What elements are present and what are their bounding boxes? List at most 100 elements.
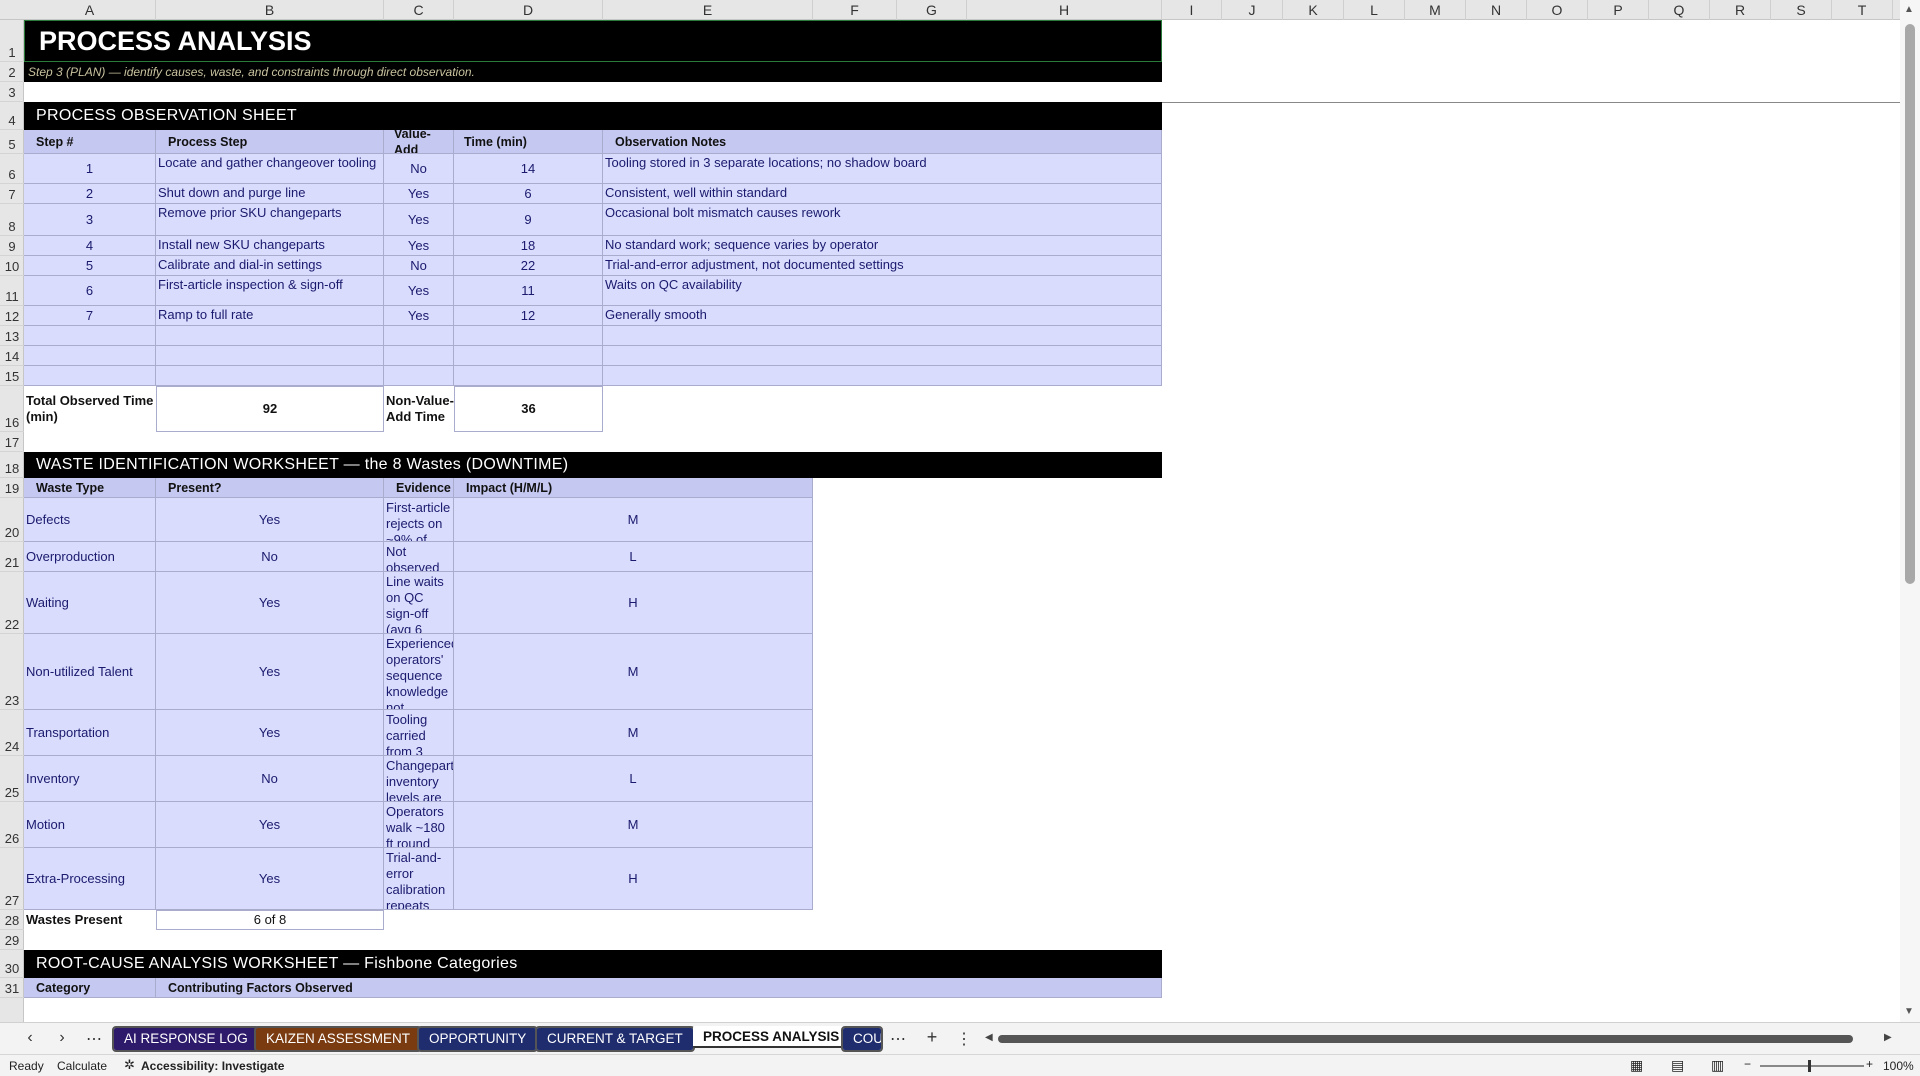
observation-value-add[interactable]: Yes [384,184,454,204]
zoom-in-icon[interactable]: + [1866,1057,1873,1071]
row-header-19[interactable]: 19 [0,478,24,498]
scroll-left-icon[interactable]: ◀ [985,1032,993,1043]
waste-impact[interactable]: M [454,634,813,710]
empty-cell[interactable] [603,346,1162,366]
observation-step[interactable]: 5 [24,256,156,276]
worksheet-grid[interactable]: ABCDEFGHIJKLMNOPQRST 1 2 3 4 5 6 7 8 9 10 11 12 13 14… [0,0,1920,1022]
observation-heading[interactable]: PROCESS OBSERVATION SHEET [24,102,1162,130]
waste-type[interactable]: Extra-Processing [24,848,156,910]
waste-evidence[interactable]: Operators walk ~180 ft round trip per to… [384,802,454,848]
row-header-29[interactable]: 29 [0,930,24,950]
rootcause-heading[interactable]: ROOT-CAUSE ANALYSIS WORKSHEET — Fishbone… [24,950,1162,978]
column-header-h[interactable]: H [967,0,1162,20]
normal-view-icon[interactable]: ▦ [1630,1057,1643,1074]
waste-impact[interactable]: M [454,802,813,848]
column-header-d[interactable]: D [454,0,603,20]
observation-process-step[interactable]: First-article inspection & sign-off [156,276,384,306]
row-header-3[interactable]: 3 [0,82,24,102]
sheet-tab-process-analysis[interactable]: PROCESS ANALYSIS [693,1026,850,1048]
waste-type[interactable]: Motion [24,802,156,848]
more-sheets-icon[interactable]: ⋯ [82,1029,106,1049]
zoom-slider[interactable] [1760,1065,1864,1067]
column-header-o[interactable]: O [1527,0,1588,20]
observation-process-step[interactable]: Ramp to full rate [156,306,384,326]
column-header-m[interactable]: M [1405,0,1466,20]
waste-evidence[interactable]: First-article rejects on ~9% of changeov… [384,498,454,542]
observation-time[interactable]: 22 [454,256,603,276]
column-header-c[interactable]: C [384,0,454,20]
header-impact[interactable]: Impact (H/M/L) [454,478,813,498]
empty-cell[interactable] [24,366,156,386]
column-header-j[interactable]: J [1222,0,1283,20]
column-header-n[interactable]: N [1466,0,1527,20]
observation-step[interactable]: 1 [24,154,156,184]
observation-process-step[interactable]: Shut down and purge line [156,184,384,204]
waste-present[interactable]: Yes [156,498,384,542]
page-subtitle[interactable]: Step 3 (PLAN) — identify causes, waste, … [24,62,1162,82]
column-headers[interactable]: ABCDEFGHIJKLMNOPQRST [0,0,1900,20]
header-category[interactable]: Category [24,978,156,998]
header-time[interactable]: Time (min) [454,130,603,154]
observation-time[interactable]: 6 [454,184,603,204]
observation-value-add[interactable]: No [384,256,454,276]
row-header-16[interactable]: 16 [0,386,24,432]
observation-value-add[interactable]: Yes [384,236,454,256]
waste-present[interactable]: No [156,756,384,802]
observation-step[interactable]: 4 [24,236,156,256]
nva-time-value[interactable]: 36 [454,386,603,432]
status-accessibility[interactable]: Accessibility: Investigate [141,1059,284,1073]
row-header-2[interactable]: 2 [0,62,24,82]
next-sheet-icon[interactable]: › [50,1029,74,1047]
sheet-tab-opportunity[interactable]: OPPORTUNITY [416,1026,539,1052]
waste-type[interactable]: Defects [24,498,156,542]
observation-step[interactable]: 7 [24,306,156,326]
horizontal-scroll-thumb[interactable] [998,1035,1853,1043]
column-header-p[interactable]: P [1588,0,1649,20]
column-header-b[interactable]: B [156,0,384,20]
empty-cell[interactable] [603,366,1162,386]
observation-notes[interactable]: Waits on QC availability [603,276,1162,306]
status-calculate[interactable]: Calculate [57,1059,107,1073]
row-header-9[interactable]: 9 [0,236,24,256]
waste-type[interactable]: Overproduction [24,542,156,572]
row-header-10[interactable]: 10 [0,256,24,276]
header-step[interactable]: Step # [24,130,156,154]
row-header-6[interactable]: 6 [0,154,24,184]
column-header-e[interactable]: E [603,0,813,20]
column-header-g[interactable]: G [897,0,967,20]
column-header-t[interactable]: T [1832,0,1893,20]
waste-type[interactable]: Non-utilized Talent [24,634,156,710]
waste-impact[interactable]: L [454,756,813,802]
header-evidence[interactable]: Evidence [384,478,454,498]
observation-time[interactable]: 14 [454,154,603,184]
column-header-k[interactable]: K [1283,0,1344,20]
waste-impact[interactable]: M [454,710,813,756]
waste-present[interactable]: Yes [156,848,384,910]
waste-evidence[interactable]: Experienced operators' sequence knowledg… [384,634,454,710]
row-header-11[interactable]: 11 [0,276,24,306]
observation-time[interactable]: 9 [454,204,603,236]
waste-impact[interactable]: M [454,498,813,542]
waste-present[interactable]: Yes [156,802,384,848]
column-header-i[interactable]: I [1162,0,1222,20]
waste-heading[interactable]: WASTE IDENTIFICATION WORKSHEET — the 8 W… [24,452,1162,478]
row-header-12[interactable]: 12 [0,306,24,326]
row-header-5[interactable]: 5 [0,130,24,154]
row-header-15[interactable]: 15 [0,366,24,386]
empty-cell[interactable] [384,346,454,366]
sheet-tab-ai-response-log[interactable]: AI RESPONSE LOG [112,1026,260,1052]
row-header-31[interactable]: 31 [0,978,24,998]
waste-present[interactable]: Yes [156,572,384,634]
row-header-18[interactable]: 18 [0,452,24,478]
observation-value-add[interactable]: Yes [384,276,454,306]
observation-notes[interactable]: Tooling stored in 3 separate locations; … [603,154,1162,184]
waste-evidence[interactable]: Line waits on QC sign-off (avg 6 min) an… [384,572,454,634]
row-header-25[interactable]: 25 [0,756,24,802]
column-header-a[interactable]: A [24,0,156,20]
empty-cell[interactable] [454,326,603,346]
observation-step[interactable]: 3 [24,204,156,236]
total-observed-label[interactable]: Total Observed Time (min) [24,386,156,432]
row-header-20[interactable]: 20 [0,498,24,542]
observation-time[interactable]: 12 [454,306,603,326]
row-header-24[interactable]: 24 [0,710,24,756]
